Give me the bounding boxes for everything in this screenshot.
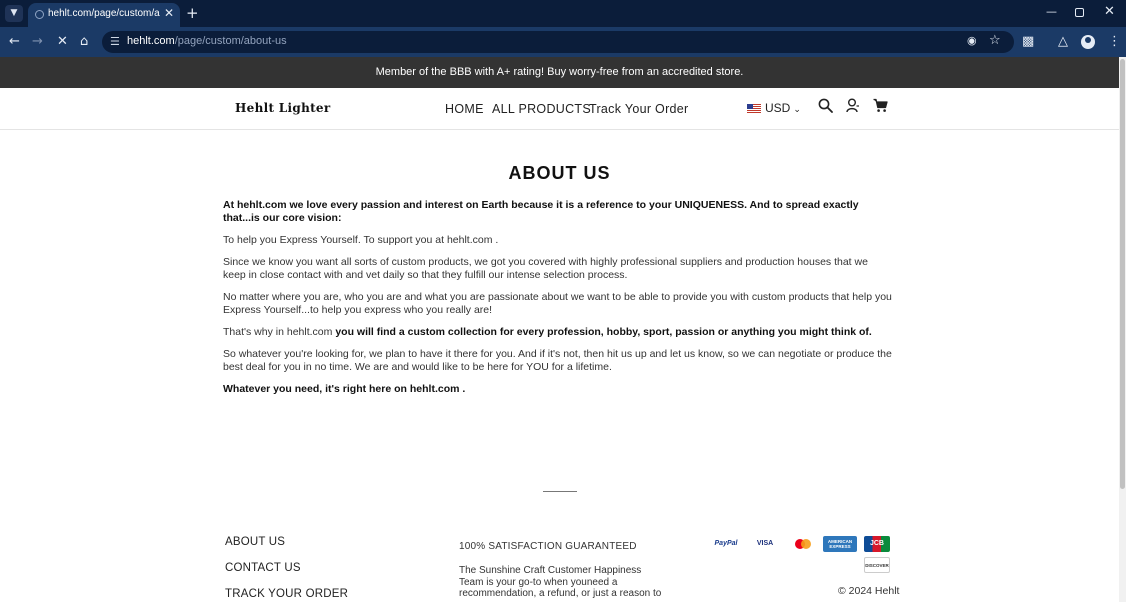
- browser-menu-icon[interactable]: ⋮: [1108, 33, 1121, 50]
- address-url[interactable]: hehlt.com/page/custom/about-us: [127, 35, 287, 47]
- new-tab-button[interactable]: +: [186, 4, 199, 22]
- footer-link-contact[interactable]: CONTACT US: [225, 562, 301, 574]
- page-scrollbar[interactable]: [1119, 57, 1126, 602]
- suppliers-paragraph: Since we know you want all sorts of cust…: [223, 256, 868, 281]
- amex-icon: AMERICAN EXPRESS: [823, 536, 857, 552]
- visa-icon: VISA: [756, 540, 774, 547]
- bookmark-star-icon[interactable]: ☆: [989, 33, 1001, 48]
- stop-loading-icon[interactable]: ✕: [57, 33, 68, 50]
- footer-link-about[interactable]: ABOUT US: [225, 536, 285, 548]
- search-icon[interactable]: [818, 98, 833, 113]
- intro-paragraph: At hehlt.com we love every passion and i…: [223, 199, 859, 224]
- copyright: © 2024 Hehlt: [838, 585, 900, 597]
- nav-all-products[interactable]: ALL PRODUCTS: [492, 102, 591, 116]
- us-flag-icon: [747, 104, 761, 113]
- mastercard-icon: mastercard: [786, 536, 816, 552]
- tab-close-icon[interactable]: ✕: [164, 6, 174, 20]
- nav-home[interactable]: HOME: [445, 102, 484, 116]
- site-header: Hehlt Lighter HOME ALL PRODUCTS Track Yo…: [0, 88, 1119, 130]
- cart-icon[interactable]: [873, 98, 888, 113]
- guarantee-title: 100% SATISFACTION GUARANTEED: [459, 541, 637, 552]
- collection-paragraph: That's why in hehlt.com you will find a …: [223, 326, 872, 338]
- closing-paragraph: Whatever you need, it's right here on he…: [223, 383, 466, 395]
- footer-link-track-order[interactable]: TRACK YOUR ORDER: [225, 588, 348, 600]
- chevron-down-icon: ⌄: [793, 104, 801, 114]
- window-close-icon[interactable]: ✕: [1104, 4, 1115, 19]
- footer-divider: [543, 491, 577, 492]
- deal-paragraph: So whatever you're looking for, we plan …: [223, 348, 892, 373]
- browser-toolbar: ← → ✕ ⌂ ☰ hehlt.com/page/custom/about-us…: [0, 27, 1126, 57]
- window-maximize-icon[interactable]: [1075, 8, 1084, 17]
- window-minimize-icon[interactable]: —: [1046, 5, 1057, 18]
- promo-bar: Member of the BBB with A+ rating! Buy wo…: [0, 57, 1119, 88]
- tracking-protection-icon[interactable]: ◉: [967, 34, 977, 47]
- browser-tab-active[interactable]: hehlt.com/page/custom/about-us ✕: [28, 3, 180, 27]
- page-title: ABOUT US: [508, 163, 611, 183]
- account-user-icon[interactable]: [846, 98, 860, 113]
- jcb-icon: JCB: [864, 536, 890, 552]
- currency-selector[interactable]: USD ⌄: [747, 101, 801, 115]
- home-icon[interactable]: ⌂: [80, 33, 88, 50]
- page-viewport: Member of the BBB with A+ rating! Buy wo…: [0, 57, 1119, 602]
- browser-tabstrip: ▼ hehlt.com/page/custom/about-us ✕ + — ✕: [0, 0, 1126, 27]
- passion-paragraph: No matter where you are, who you are and…: [223, 291, 892, 316]
- labs-flask-icon[interactable]: △: [1058, 33, 1068, 50]
- paypal-icon: PayPal: [714, 540, 738, 547]
- site-logo[interactable]: Hehlt Lighter: [235, 101, 331, 115]
- tab-search-chevron-icon[interactable]: ▼: [5, 5, 23, 22]
- loading-favicon-icon: [35, 10, 44, 19]
- address-bar[interactable]: ☰ hehlt.com/page/custom/about-us ◉ ☆: [102, 31, 1014, 53]
- profile-avatar-icon[interactable]: [1081, 35, 1095, 49]
- forward-arrow-icon[interactable]: →: [32, 33, 43, 50]
- scrollbar-thumb[interactable]: [1120, 59, 1125, 489]
- about-content: At hehlt.com we love every passion and i…: [223, 199, 893, 405]
- tab-title: hehlt.com/page/custom/about-us: [48, 8, 160, 19]
- guarantee-text: The Sunshine Craft Customer Happiness Te…: [459, 565, 662, 599]
- nav-track-order[interactable]: Track Your Order: [589, 102, 689, 116]
- site-info-icon[interactable]: ☰: [110, 35, 120, 48]
- support-paragraph: To help you Express Yourself. To support…: [223, 234, 499, 246]
- extensions-icon[interactable]: ▩: [1022, 33, 1034, 50]
- discover-icon: DISCOVER: [864, 557, 890, 573]
- back-arrow-icon[interactable]: ←: [9, 33, 20, 50]
